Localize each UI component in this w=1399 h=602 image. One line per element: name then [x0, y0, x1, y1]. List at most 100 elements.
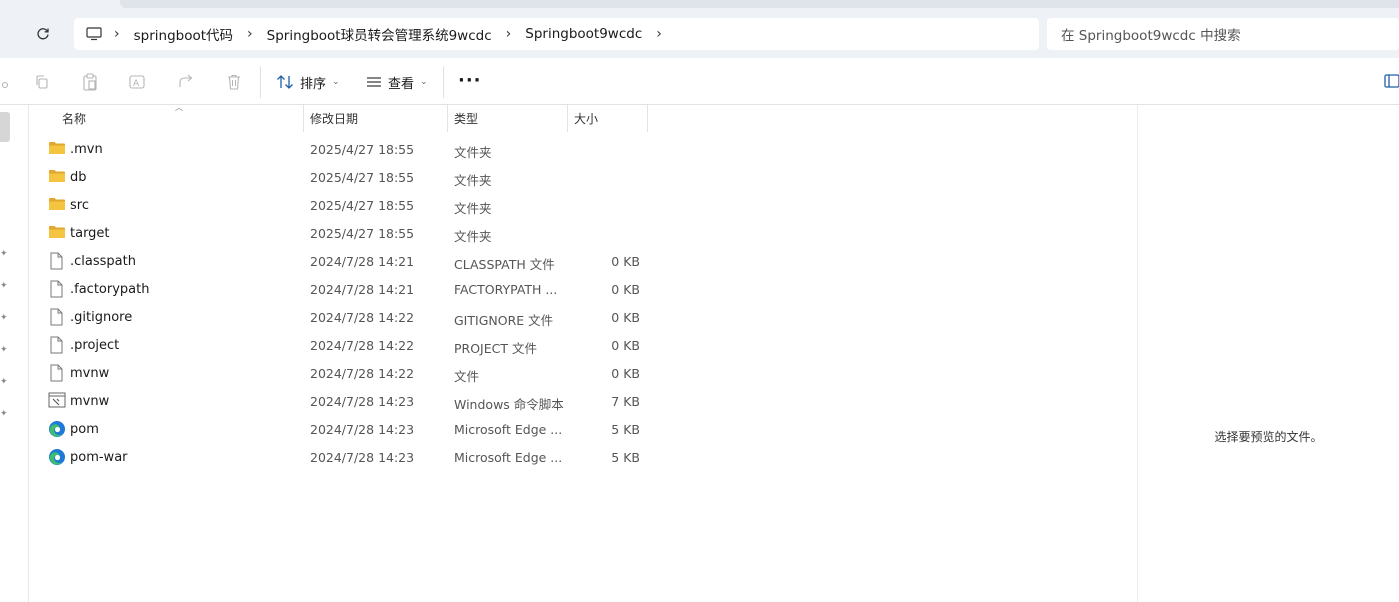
file-icon — [48, 252, 66, 270]
breadcrumb-separator-icon[interactable]: › — [500, 26, 518, 42]
preview-message: 选择要预览的文件。 — [1214, 430, 1323, 444]
breadcrumb-separator-icon[interactable]: › — [108, 26, 126, 42]
file-name: src — [70, 198, 89, 213]
file-type: PROJECT 文件 — [454, 341, 537, 356]
chevron-down-icon: ⌄ — [332, 77, 340, 87]
more-options-button[interactable]: ··· — [458, 70, 482, 91]
file-row[interactable]: pom 2024/7/28 14:23 Microsoft Edge ... 5 KB — [44, 416, 1134, 444]
file-size: 5 KB — [611, 450, 640, 465]
column-header-size[interactable]: 大小 — [568, 105, 647, 132]
pin-icon: ✦ — [0, 345, 8, 355]
file-row[interactable]: .project 2024/7/28 14:22 PROJECT 文件 0 KB — [44, 332, 1134, 360]
view-label: 查看 — [388, 76, 415, 92]
sort-button[interactable]: 排序 ⌄ — [276, 70, 340, 94]
file-icon — [48, 364, 66, 382]
file-type: FACTORYPATH ... — [454, 282, 558, 297]
file-name: pom-war — [70, 450, 128, 465]
file-type: 文件夹 — [454, 173, 492, 188]
file-row[interactable]: .gitignore 2024/7/28 14:22 GITIGNORE 文件 0 K… — [44, 304, 1134, 332]
refresh-button[interactable] — [30, 22, 56, 46]
file-size: 0 KB — [611, 254, 640, 269]
this-pc-icon[interactable] — [84, 27, 108, 41]
breadcrumb-separator-icon[interactable]: › — [241, 26, 259, 42]
file-row[interactable]: mvnw 2024/7/28 14:23 Windows 命令脚本 7 KB — [44, 388, 1134, 416]
file-name: mvnw — [70, 366, 110, 381]
script-icon — [48, 392, 66, 410]
file-type: 文件夹 — [454, 201, 492, 216]
address-bar-row: › › springboot代码 › Springboot球员转会管理系统9wc… — [0, 12, 1399, 58]
file-name: db — [70, 170, 87, 185]
file-name: mvnw — [70, 394, 110, 409]
file-type: Microsoft Edge ... — [454, 422, 563, 437]
breadcrumb-separator-icon[interactable]: › — [650, 26, 668, 42]
file-row[interactable]: .classpath 2024/7/28 14:21 CLASSPATH 文件 0 K… — [44, 248, 1134, 276]
column-divider[interactable] — [647, 105, 648, 132]
rename-icon[interactable]: A — [128, 72, 148, 92]
column-header-name[interactable]: 名称 — [56, 105, 303, 132]
file-type: CLASSPATH 文件 — [454, 257, 555, 272]
view-button[interactable]: 查看 ⌄ — [366, 70, 428, 94]
column-header-label: 修改日期 — [310, 112, 359, 126]
file-icon — [48, 308, 66, 326]
file-date: 2025/4/27 18:55 — [310, 198, 415, 213]
folder-icon — [48, 196, 66, 214]
column-header-date[interactable]: 修改日期 — [304, 105, 447, 132]
file-size: 0 KB — [611, 310, 640, 325]
file-date: 2025/4/27 18:55 — [310, 170, 415, 185]
breadcrumb-item[interactable]: Springboot9wcdc — [517, 26, 650, 42]
file-size: 7 KB — [611, 394, 640, 409]
folder-icon — [48, 168, 66, 186]
file-date: 2024/7/28 14:22 — [310, 310, 415, 325]
file-row[interactable]: .factorypath 2024/7/28 14:21 FACTORYPATH .… — [44, 276, 1134, 304]
forward-arrow-icon[interactable]: › — [0, 24, 12, 44]
file-date: 2024/7/28 14:21 — [310, 254, 415, 269]
cut-icon[interactable] — [0, 72, 12, 92]
preview-pane-divider[interactable] — [1137, 105, 1138, 602]
file-type: Windows 命令脚本 — [454, 397, 564, 412]
file-row[interactable]: db 2025/4/27 18:55 文件夹 — [44, 164, 1134, 192]
pin-icon: ✦ — [0, 249, 8, 259]
file-name: .mvn — [70, 142, 103, 157]
file-date: 2024/7/28 14:23 — [310, 450, 415, 465]
pane-divider[interactable] — [28, 105, 29, 602]
column-header-label: 类型 — [454, 112, 479, 126]
chevron-down-icon: ⌄ — [420, 77, 428, 87]
folder-icon — [48, 224, 66, 242]
navigation-scrollbar[interactable] — [0, 112, 10, 142]
search-input[interactable]: 在 Springboot9wcdc 中搜索 — [1047, 18, 1399, 50]
toolbar-divider — [443, 66, 444, 98]
file-size: 0 KB — [611, 338, 640, 353]
view-list-icon — [367, 77, 381, 87]
breadcrumb-item[interactable]: Springboot球员转会管理系统9wcdc — [259, 24, 500, 44]
file-row[interactable]: src 2025/4/27 18:55 文件夹 — [44, 192, 1134, 220]
breadcrumb-item[interactable]: springboot代码 — [126, 24, 241, 44]
share-icon[interactable] — [176, 72, 196, 92]
file-row[interactable]: .mvn 2025/4/27 18:55 文件夹 — [44, 136, 1134, 164]
copy-icon[interactable] — [32, 72, 52, 92]
details-pane-icon[interactable] — [1384, 74, 1399, 90]
file-size: 0 KB — [611, 366, 640, 381]
pin-icon: ✦ — [0, 409, 8, 419]
toolbar-divider — [260, 66, 261, 98]
file-date: 2024/7/28 14:23 — [310, 394, 415, 409]
pin-icon: ✦ — [0, 313, 8, 323]
column-header-label: 大小 — [574, 112, 599, 126]
column-header-type[interactable]: 类型 — [448, 105, 567, 132]
file-date: 2024/7/28 14:22 — [310, 366, 415, 381]
file-size: 5 KB — [611, 422, 640, 437]
breadcrumb[interactable]: › springboot代码 › Springboot球员转会管理系统9wcdc… — [74, 18, 1039, 50]
delete-icon[interactable] — [224, 72, 244, 92]
file-row[interactable]: target 2025/4/27 18:55 文件夹 — [44, 220, 1134, 248]
paste-icon[interactable] — [80, 72, 100, 92]
file-type: 文件夹 — [454, 229, 492, 244]
pin-icon: ✦ — [0, 281, 8, 291]
file-name: .factorypath — [70, 282, 150, 297]
edge-icon — [48, 448, 66, 466]
file-icon — [48, 280, 66, 298]
file-row[interactable]: mvnw 2024/7/28 14:22 文件 0 KB — [44, 360, 1134, 388]
svg-text:A: A — [133, 79, 140, 89]
command-toolbar: A 排序 ⌄ 查看 ⌄ ··· — [0, 58, 1399, 105]
file-type: 文件夹 — [454, 145, 492, 160]
folder-icon — [48, 140, 66, 158]
file-row[interactable]: pom-war 2024/7/28 14:23 Microsoft Edge ...… — [44, 444, 1134, 472]
